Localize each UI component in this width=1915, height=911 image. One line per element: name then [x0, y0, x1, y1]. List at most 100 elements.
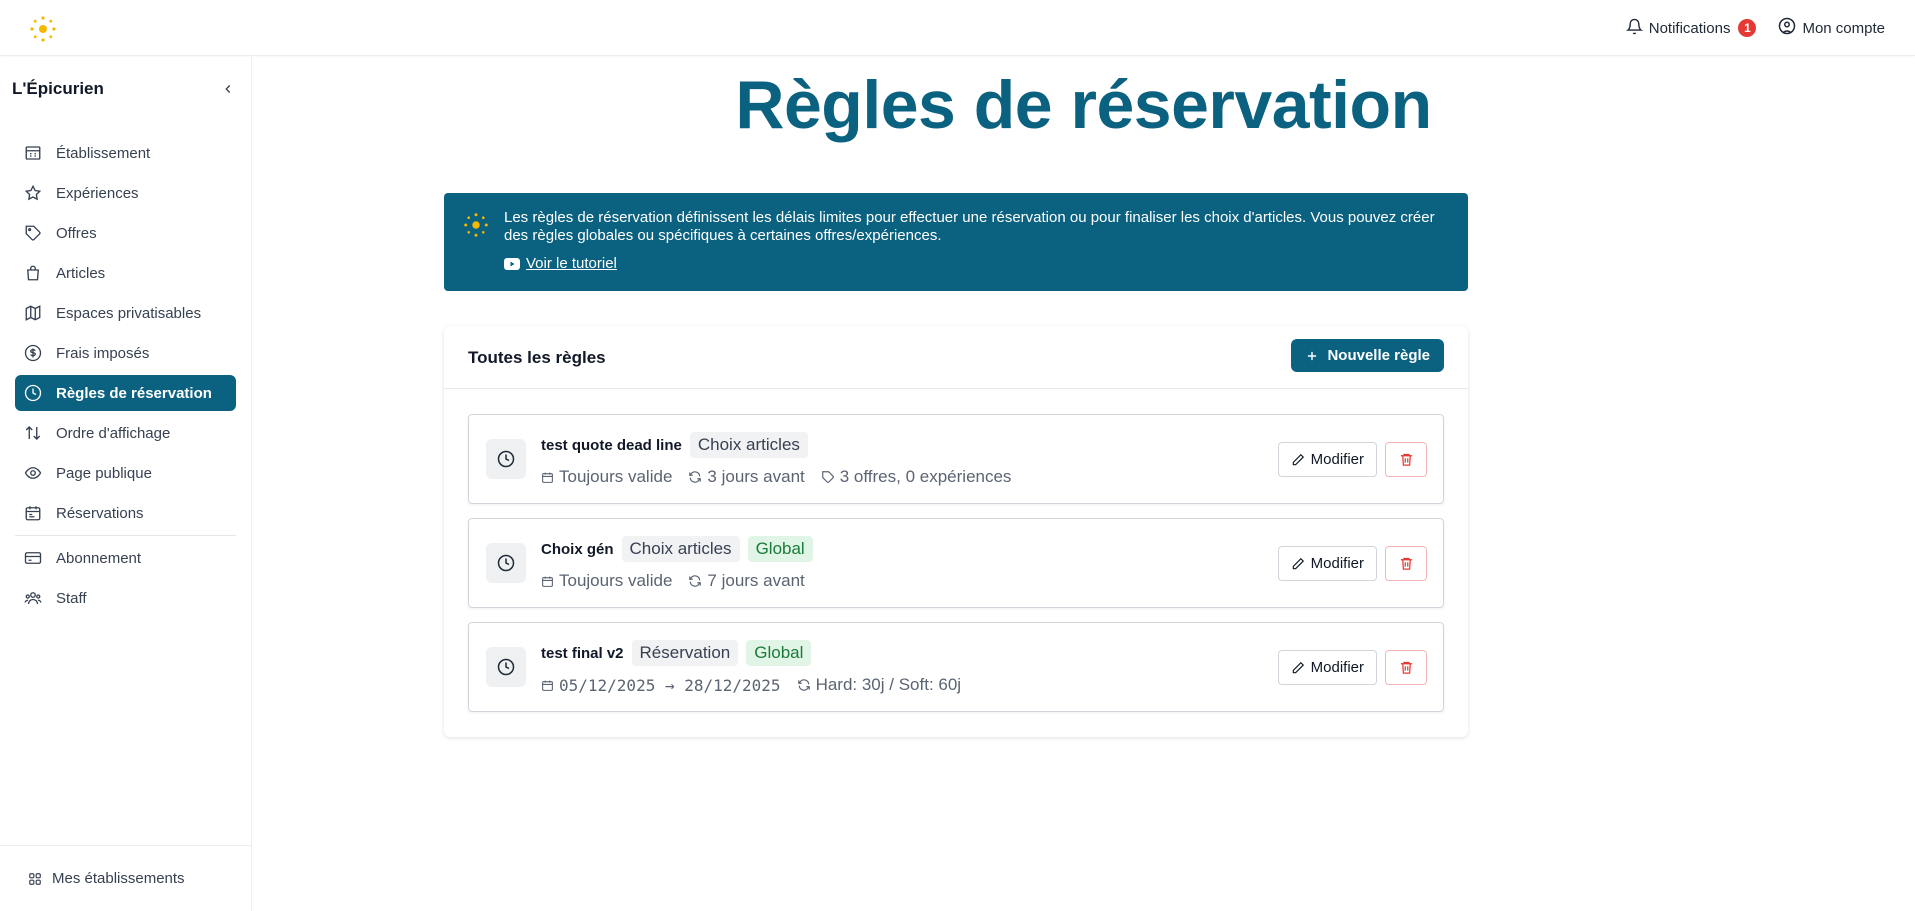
rule-global-tag: Global [747, 536, 813, 562]
sidebar-item-label: Établissement [56, 144, 151, 162]
delete-rule-button[interactable] [1385, 650, 1427, 685]
rule-delay: 7 jours avant [688, 571, 805, 591]
pencil-icon [1292, 453, 1304, 465]
edit-rule-button[interactable]: Modifier [1277, 442, 1377, 477]
establishment-name: L'Épicurien [12, 79, 104, 98]
notifications-label: Notifications [1648, 19, 1731, 37]
sidebar-item-staff[interactable]: Staff [15, 580, 236, 616]
rule-delay-label: 3 jours avant [707, 467, 805, 486]
edit-rule-label: Modifier [1310, 555, 1364, 572]
rule-item: Choix gén Choix articles Global Toujours… [468, 518, 1444, 608]
rule-name: Choix gén [541, 540, 614, 558]
notifications-count-badge: 1 [1738, 19, 1757, 37]
sidebar-item-label: Articles [56, 264, 106, 282]
rule-validity-label: Toujours valide [559, 571, 673, 590]
sidebar-item-frais[interactable]: Frais imposés [15, 335, 236, 371]
sidebar-item-page-publique[interactable]: Page publique [15, 455, 236, 491]
sidebar-item-label: Staff [56, 589, 87, 607]
edit-rule-label: Modifier [1310, 451, 1364, 468]
my-establishments-button[interactable]: Mes établissements [0, 845, 252, 911]
sidebar: L'Épicurien Établissement Expériences Of… [0, 57, 252, 911]
bell-icon [1625, 18, 1643, 39]
top-bar: Notifications 1 Mon compte [0, 0, 1915, 56]
rule-delay-label: 7 jours avant [707, 571, 805, 590]
tag-icon [25, 225, 41, 241]
pencil-icon [1292, 661, 1304, 673]
account-button[interactable]: Mon compte [1778, 17, 1885, 39]
rule-global-tag: Global [746, 640, 812, 666]
sidebar-item-label: Offres [56, 224, 97, 242]
rule-type-tag: Choix articles [689, 432, 808, 458]
delete-rule-button[interactable] [1385, 442, 1427, 477]
sidebar-item-label: Ordre d'affichage [56, 424, 171, 442]
star-icon [24, 184, 42, 201]
rule-name: test quote dead line [541, 436, 682, 454]
new-rule-button[interactable]: Nouvelle règle [1291, 339, 1444, 372]
delete-rule-button[interactable] [1385, 546, 1427, 581]
tutorial-link-label: Voir le tutoriel [526, 255, 617, 272]
calendar-icon [25, 506, 41, 521]
rules-card-title: Toutes les règles [468, 348, 606, 367]
sidebar-item-etablissement[interactable]: Établissement [15, 135, 236, 171]
sun-icon [462, 211, 490, 244]
edit-rule-label: Modifier [1310, 659, 1364, 676]
refresh-icon [689, 575, 702, 587]
rules-card-header: Toutes les règles Nouvelle règle [444, 326, 1468, 389]
sidebar-item-label: Espaces privatisables [56, 304, 202, 322]
new-rule-label: Nouvelle règle [1327, 347, 1430, 364]
sidebar-item-label: Page publique [56, 464, 152, 482]
sidebar-item-espaces[interactable]: Espaces privatisables [15, 295, 236, 331]
clock-icon [486, 543, 526, 583]
sidebar-item-articles[interactable]: Articles [15, 255, 236, 291]
calendar-icon [542, 680, 553, 691]
trash-icon [1400, 453, 1412, 466]
clock-icon [24, 384, 42, 402]
sidebar-item-ordre[interactable]: Ordre d'affichage [15, 415, 236, 451]
rule-validity: 05/12/2025 → 28/12/2025 [541, 676, 781, 695]
sidebar-item-experiences[interactable]: Expériences [15, 175, 236, 211]
trash-icon [1400, 557, 1412, 570]
sun-logo-icon[interactable] [28, 14, 58, 44]
calendar-icon [542, 576, 553, 587]
sidebar-item-offres[interactable]: Offres [15, 215, 236, 251]
rule-name: test final v2 [541, 644, 624, 662]
rules-card: Toutes les règles Nouvelle règle test qu… [444, 326, 1468, 737]
plus-icon [1308, 351, 1317, 360]
rule-validity-label: Toujours valide [559, 467, 673, 486]
rule-scope: 3 offres, 0 expériences [821, 467, 1012, 487]
edit-rule-button[interactable]: Modifier [1277, 650, 1377, 685]
map-icon [25, 305, 41, 321]
rule-validity: Toujours valide [541, 571, 672, 591]
rule-scope-label: 3 offres, 0 expériences [839, 467, 1012, 486]
dollar-icon [24, 344, 42, 362]
info-text: Les règles de réservation définissent le… [504, 209, 1435, 244]
youtube-icon [504, 257, 520, 270]
tutorial-link[interactable]: Voir le tutoriel [504, 255, 617, 272]
notifications-button[interactable]: Notifications 1 [1625, 18, 1757, 39]
tag-icon [821, 471, 834, 483]
rule-type-tag: Réservation [631, 640, 739, 666]
rule-type-tag: Choix articles [621, 536, 740, 562]
sidebar-item-label: Expériences [56, 184, 139, 202]
eye-icon [24, 467, 42, 479]
sidebar-divider [15, 535, 236, 536]
user-circle-icon [1778, 17, 1796, 39]
clock-icon [486, 439, 526, 479]
rule-validity: Toujours valide [541, 467, 672, 487]
edit-rule-button[interactable]: Modifier [1277, 546, 1377, 581]
trash-icon [1400, 661, 1412, 674]
bag-icon [27, 265, 39, 281]
rule-item: test quote dead line Choix articles Touj… [468, 414, 1444, 504]
rule-item: test final v2 Réservation Global 05/12/2… [468, 622, 1444, 712]
collapse-sidebar-button[interactable] [218, 79, 238, 99]
sidebar-item-reservations[interactable]: Réservations [15, 495, 236, 531]
refresh-icon [797, 679, 810, 691]
sidebar-item-regles[interactable]: Règles de réservation [15, 375, 236, 411]
rule-delay: 3 jours avant [688, 467, 805, 487]
sidebar-nav: Établissement Expériences Offres Article… [15, 135, 236, 620]
sidebar-item-abonnement[interactable]: Abonnement [15, 540, 236, 576]
rule-delay: Hard: 30j / Soft: 60j [797, 675, 961, 695]
building-icon [25, 146, 41, 160]
pencil-icon [1292, 557, 1304, 569]
info-banner: Les règles de réservation définissent le… [444, 193, 1468, 291]
